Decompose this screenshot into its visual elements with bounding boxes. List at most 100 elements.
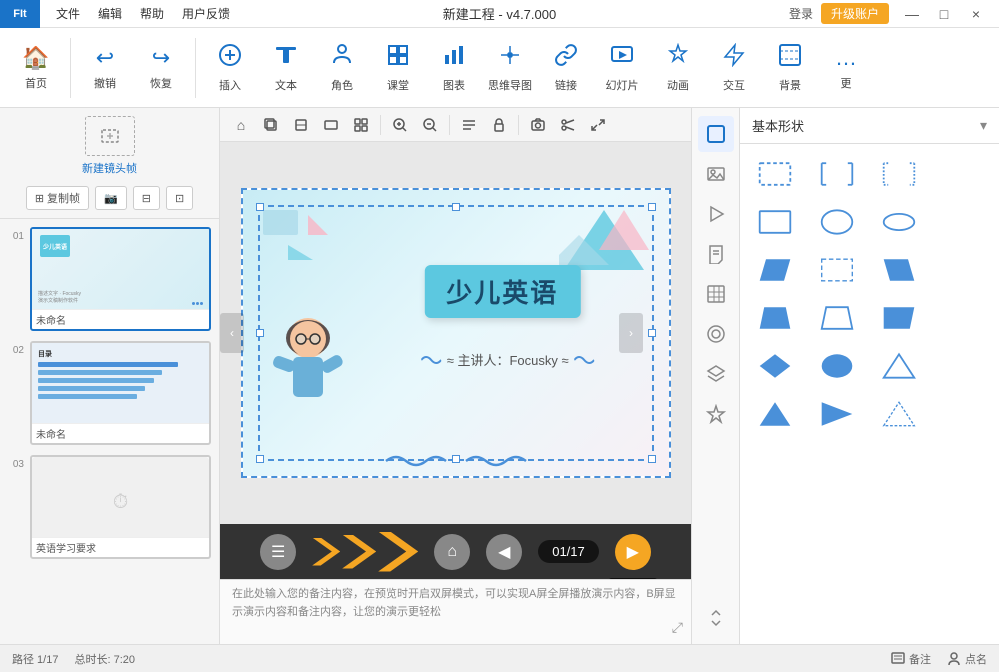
right-icon-table[interactable] <box>698 276 734 312</box>
notes-btn[interactable]: 备注 <box>891 651 931 667</box>
arrow-3[interactable] <box>378 532 418 572</box>
points-btn[interactable]: 点名 <box>947 651 987 667</box>
sub-camera-btn[interactable] <box>525 112 551 138</box>
right-icon-note[interactable] <box>698 236 734 272</box>
playbar-prev-btn[interactable]: ◀ <box>486 534 522 570</box>
sub-copy-btn[interactable] <box>258 112 284 138</box>
shape-dropdown-arrow[interactable]: ▾ <box>980 117 987 134</box>
toolbar-bg[interactable]: 背景 <box>764 33 816 103</box>
right-icon-image[interactable] <box>698 156 734 192</box>
shape-empty-2[interactable] <box>935 202 985 242</box>
sub-copy2-btn[interactable] <box>288 112 314 138</box>
right-icon-star[interactable] <box>698 396 734 432</box>
shape-empty-6[interactable] <box>935 394 985 434</box>
right-icon-media[interactable] <box>698 196 734 232</box>
minimize-button[interactable]: — <box>897 0 927 28</box>
shape-rect-solid[interactable] <box>750 202 800 242</box>
slide-thumb-1[interactable]: 少儿英语 描述文字 · Focusky 演示文稿制作软件 <box>30 227 211 331</box>
upgrade-button[interactable]: 升级账户 <box>821 3 889 24</box>
menu-file[interactable]: 文件 <box>48 3 88 24</box>
shape-trap-blue[interactable] <box>750 298 800 338</box>
sub-grid-btn[interactable] <box>348 112 374 138</box>
window-controls: — □ × <box>897 0 991 28</box>
shape-trap-outline[interactable] <box>812 298 862 338</box>
shape-tri-dashed[interactable] <box>874 394 924 434</box>
toolbar-link[interactable]: 链接 <box>540 33 592 103</box>
duplicate-frame-button[interactable]: ⊞ 复制帧 <box>26 186 89 210</box>
toolbar-redo[interactable]: ↪ 恢复 <box>135 33 187 103</box>
sub-lock-btn[interactable] <box>486 112 512 138</box>
right-icon-collapse[interactable] <box>698 600 734 636</box>
window-title: 新建工程 - v4.7.000 <box>443 4 556 23</box>
arrow-2[interactable] <box>342 535 376 569</box>
toolbar-insert[interactable]: 插入 <box>204 33 256 103</box>
slide-item-1[interactable]: 01 少儿英语 描述文字 · Focusky 演示文稿制作软件 <box>8 227 211 331</box>
layout-button[interactable]: ⊟ <box>133 186 160 210</box>
sub-align-btn[interactable] <box>456 112 482 138</box>
canvas-nav-right[interactable]: › <box>619 313 643 353</box>
slide-item-3[interactable]: 03 ⏱ 英语学习要求 <box>8 455 211 559</box>
sub-home-btn[interactable]: ⌂ <box>228 112 254 138</box>
maximize-button[interactable]: □ <box>929 0 959 28</box>
shape-rect-outline[interactable] <box>750 154 800 194</box>
toolbar-mindmap[interactable]: 思维导图 <box>484 33 536 103</box>
toolbar-character-label: 角色 <box>331 77 353 93</box>
playbar-home-btn[interactable]: ⌂ <box>434 534 470 570</box>
menu-bar: 文件 编辑 帮助 用户反馈 <box>40 3 246 24</box>
shape-empty-3[interactable] <box>935 250 985 290</box>
toolbar-character[interactable]: 角色 <box>316 33 368 103</box>
shape-bracket-dashed[interactable] <box>874 154 924 194</box>
extra-button[interactable]: ⊡ <box>166 186 193 210</box>
shape-empty-1[interactable] <box>935 154 985 194</box>
login-button[interactable]: 登录 <box>789 5 813 22</box>
sub-rect-btn[interactable] <box>318 112 344 138</box>
toolbar-more[interactable]: … 更 <box>820 33 872 103</box>
sub-expand-btn[interactable] <box>585 112 611 138</box>
slide-thumb-2[interactable]: 目录 未命名 <box>30 341 211 445</box>
shape-trap-right[interactable] <box>874 298 924 338</box>
menu-edit[interactable]: 编辑 <box>90 3 130 24</box>
new-frame-button[interactable]: 新建镜头帧 <box>82 116 137 176</box>
arrow-1[interactable] <box>312 538 340 566</box>
shape-rect-dashed[interactable] <box>812 250 862 290</box>
shape-para-blue[interactable] <box>750 250 800 290</box>
right-icon-layers[interactable] <box>698 356 734 392</box>
sub-scissors-btn[interactable] <box>555 112 581 138</box>
toolbar-undo[interactable]: ↩ 撤销 <box>79 33 131 103</box>
playbar-next-btn[interactable]: ▶ 下一帧 <box>615 534 651 570</box>
camera-button[interactable]: 📷 <box>95 186 127 210</box>
sub-zoom-out-btn[interactable] <box>417 112 443 138</box>
shape-oval-outline[interactable] <box>874 202 924 242</box>
shape-diamond-blue[interactable] <box>750 346 800 386</box>
menu-help[interactable]: 帮助 <box>132 3 172 24</box>
mindmap-icon <box>498 43 522 73</box>
shape-tri-right-fill[interactable] <box>812 394 862 434</box>
thumb2-content: 目录 <box>32 343 209 408</box>
shape-empty-4[interactable] <box>935 298 985 338</box>
close-button[interactable]: × <box>961 0 991 28</box>
menu-feedback[interactable]: 用户反馈 <box>174 3 238 24</box>
right-icon-brush[interactable] <box>698 316 734 352</box>
shape-bracket[interactable] <box>812 154 862 194</box>
slide-thumb-3[interactable]: ⏱ 英语学习要求 <box>30 455 211 559</box>
sub-zoom-in-btn[interactable] <box>387 112 413 138</box>
toolbar-text[interactable]: 文本 <box>260 33 312 103</box>
toolbar-classroom[interactable]: 课堂 <box>372 33 424 103</box>
slide-canvas[interactable]: 少儿英语 ≈ 主讲人：Focusky ≈ <box>241 188 671 478</box>
shape-circle-blue[interactable] <box>812 346 862 386</box>
toolbar-animation[interactable]: 动画 <box>652 33 704 103</box>
shape-tri-blue-fill[interactable] <box>750 394 800 434</box>
canvas-nav-left[interactable]: ‹ <box>220 313 244 353</box>
toolbar-home[interactable]: 🏠 首页 <box>10 33 62 103</box>
shape-circle-outline[interactable] <box>812 202 862 242</box>
toolbar-interact[interactable]: 交互 <box>708 33 760 103</box>
toolbar-chart[interactable]: 图表 <box>428 33 480 103</box>
notes-expand-btn[interactable]: ⤢ <box>672 619 683 636</box>
right-icon-shape[interactable] <box>698 116 734 152</box>
slide-item-2[interactable]: 02 目录 <box>8 341 211 445</box>
shape-empty-5[interactable] <box>935 346 985 386</box>
playbar-menu-btn[interactable]: ☰ <box>260 534 296 570</box>
shape-para-right[interactable] <box>874 250 924 290</box>
shape-tri-outline[interactable] <box>874 346 924 386</box>
toolbar-slideshow[interactable]: 幻灯片 <box>596 33 648 103</box>
